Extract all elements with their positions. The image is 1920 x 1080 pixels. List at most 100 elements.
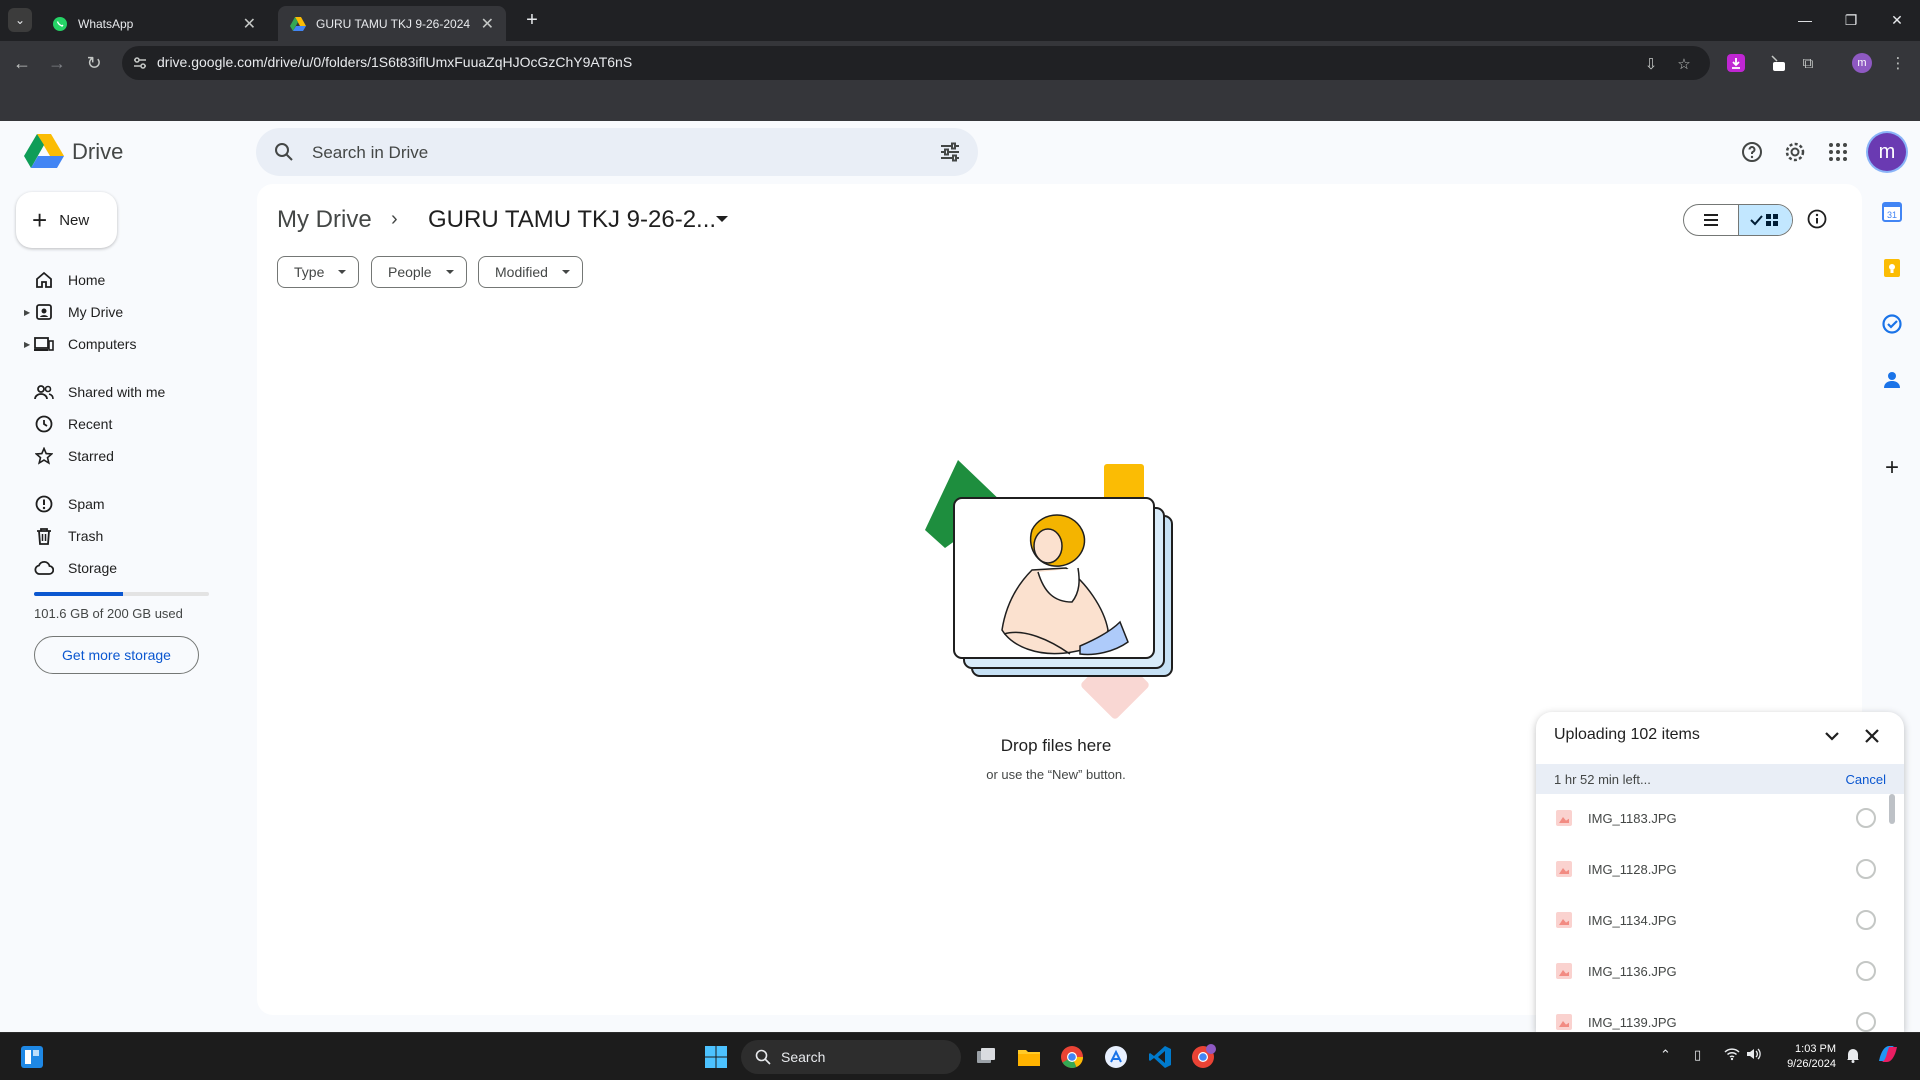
- task-view-icon[interactable]: [972, 1043, 1000, 1071]
- taskbar-search-box[interactable]: Search: [741, 1040, 961, 1074]
- chrome-profile-taskbar-icon[interactable]: [1190, 1043, 1218, 1071]
- upload-file-row[interactable]: IMG_1136.JPG: [1536, 947, 1904, 997]
- breadcrumb-my-drive[interactable]: My Drive: [277, 206, 372, 234]
- start-windows-icon[interactable]: [702, 1043, 730, 1071]
- storage-usage-bar: [34, 592, 209, 596]
- tasks-app-icon[interactable]: [1882, 314, 1902, 334]
- sidebar-item-storage[interactable]: Storage: [16, 552, 236, 584]
- account-avatar[interactable]: m: [1868, 133, 1906, 171]
- show-hidden-icons-icon[interactable]: ⌃: [1660, 1047, 1671, 1063]
- window-close-button[interactable]: ✕: [1874, 6, 1920, 34]
- file-explorer-icon[interactable]: [1015, 1043, 1043, 1071]
- tab-drive[interactable]: GURU TAMU TKJ 9-26-2024 - G ✕: [278, 6, 506, 41]
- sidebar-item-my-drive[interactable]: ▶ My Drive: [16, 296, 236, 328]
- sidebar-item-trash[interactable]: Trash: [16, 520, 236, 552]
- drive-logo-icon[interactable]: [24, 134, 64, 168]
- chrome-icon[interactable]: [1058, 1043, 1086, 1071]
- sidebar-item-label: Starred: [68, 448, 114, 464]
- keep-app-icon[interactable]: [1882, 258, 1902, 278]
- upload-file-name: IMG_1139.JPG: [1588, 1015, 1677, 1030]
- new-tab-button[interactable]: +: [520, 8, 544, 32]
- wifi-icon[interactable]: [1724, 1047, 1740, 1064]
- reload-button[interactable]: ↻: [82, 51, 106, 75]
- tab-close-icon[interactable]: ✕: [481, 14, 494, 34]
- back-button[interactable]: ←: [10, 51, 34, 75]
- sidebar-item-shared[interactable]: Shared with me: [16, 376, 236, 408]
- extension-icon[interactable]: [1768, 53, 1788, 73]
- tab-whatsapp[interactable]: WhatsApp ✕: [40, 6, 268, 41]
- upload-pending-icon: [1856, 1012, 1876, 1032]
- search-input[interactable]: Search in Drive: [312, 143, 428, 163]
- restore-button[interactable]: ❐: [1828, 6, 1874, 34]
- list-view-button[interactable]: [1684, 205, 1738, 235]
- upload-pending-icon: [1856, 961, 1876, 981]
- upload-progress-panel: Uploading 102 items 1 hr 52 min left... …: [1536, 712, 1904, 1032]
- install-app-icon[interactable]: ⇩: [1642, 55, 1660, 73]
- new-button[interactable]: + New: [16, 192, 117, 248]
- filter-modified-chip[interactable]: Modified: [478, 256, 583, 288]
- tab-close-icon[interactable]: ✕: [243, 14, 256, 34]
- sidebar-item-computers[interactable]: ▶ Computers: [16, 328, 236, 360]
- vscode-icon[interactable]: [1146, 1043, 1174, 1071]
- site-info-icon[interactable]: [132, 55, 148, 71]
- sidebar-item-spam[interactable]: Spam: [16, 488, 236, 520]
- settings-gear-icon[interactable]: [1783, 140, 1807, 164]
- search-options-icon[interactable]: [938, 140, 962, 164]
- upload-file-name: IMG_1183.JPG: [1588, 811, 1677, 826]
- notification-bell-icon[interactable]: [1846, 1047, 1860, 1066]
- view-toggle[interactable]: [1683, 204, 1793, 236]
- upload-cancel-button[interactable]: Cancel: [1846, 772, 1886, 787]
- upload-list-scrollbar[interactable]: [1889, 794, 1895, 824]
- app-store-icon[interactable]: [1102, 1043, 1130, 1071]
- browser-menu-icon[interactable]: ⋮: [1888, 53, 1908, 73]
- upload-file-row[interactable]: IMG_1134.JPG: [1536, 896, 1904, 946]
- folder-menu-caret-icon[interactable]: [716, 216, 728, 222]
- clock-time: 1:03 PM: [1795, 1043, 1836, 1055]
- minimize-button[interactable]: —: [1782, 6, 1828, 34]
- upload-file-name: IMG_1134.JPG: [1588, 913, 1677, 928]
- chevron-down-icon[interactable]: [1822, 726, 1842, 746]
- filter-type-chip[interactable]: Type: [277, 256, 360, 288]
- expand-caret-icon[interactable]: ▶: [24, 308, 30, 317]
- grid-view-button[interactable]: [1737, 205, 1792, 235]
- contacts-app-icon[interactable]: [1882, 370, 1902, 390]
- info-icon[interactable]: [1806, 208, 1828, 230]
- upload-file-row[interactable]: IMG_1139.JPG: [1536, 998, 1904, 1032]
- calendar-app-icon[interactable]: 31: [1882, 202, 1902, 222]
- upload-time-left: 1 hr 52 min left...: [1554, 772, 1651, 787]
- widgets-icon[interactable]: [18, 1043, 46, 1071]
- help-icon[interactable]: [1740, 140, 1764, 164]
- breadcrumb-current-folder[interactable]: GURU TAMU TKJ 9-26-2...: [428, 206, 716, 234]
- drive-search-bar[interactable]: Search in Drive: [256, 128, 978, 176]
- downloader-extension-icon[interactable]: [1726, 53, 1746, 73]
- expand-caret-icon[interactable]: ▶: [24, 340, 30, 349]
- search-icon[interactable]: [272, 140, 296, 164]
- usb-device-icon[interactable]: ▯: [1694, 1047, 1701, 1063]
- get-more-storage-button[interactable]: Get more storage: [34, 636, 199, 674]
- sidebar-item-home[interactable]: Home: [16, 264, 236, 296]
- add-addon-icon[interactable]: +: [1882, 454, 1902, 481]
- close-icon[interactable]: [1862, 726, 1882, 746]
- filter-people-chip[interactable]: People: [371, 256, 467, 288]
- taskbar-clock[interactable]: 1:03 PM 9/26/2024: [1776, 1042, 1836, 1072]
- extensions-puzzle-icon[interactable]: ⧉: [1798, 53, 1818, 73]
- volume-icon[interactable]: [1746, 1047, 1762, 1064]
- app-title[interactable]: Drive: [72, 139, 123, 165]
- apps-grid-icon[interactable]: [1826, 140, 1850, 164]
- tab-search-button[interactable]: ⌄: [8, 8, 32, 32]
- sidebar-item-recent[interactable]: Recent: [16, 408, 236, 440]
- image-file-icon: [1556, 1014, 1572, 1030]
- address-bar[interactable]: drive.google.com/drive/u/0/folders/1S6t8…: [122, 46, 1710, 80]
- copilot-icon[interactable]: [1876, 1043, 1900, 1068]
- computers-icon: [34, 334, 54, 354]
- bookmark-star-icon[interactable]: ☆: [1675, 55, 1693, 73]
- browser-toolbar: ← → ↻ drive.google.com/drive/u/0/folders…: [0, 41, 1920, 121]
- browser-profile-avatar[interactable]: m: [1852, 53, 1872, 73]
- forward-button[interactable]: →: [45, 51, 69, 75]
- upload-file-row[interactable]: IMG_1183.JPG: [1536, 794, 1904, 844]
- filter-label: Modified: [495, 264, 548, 280]
- upload-file-row[interactable]: IMG_1128.JPG: [1536, 845, 1904, 895]
- sidebar-item-starred[interactable]: Starred: [16, 440, 236, 472]
- my-drive-icon: [34, 302, 54, 322]
- upload-pending-icon: [1856, 808, 1876, 828]
